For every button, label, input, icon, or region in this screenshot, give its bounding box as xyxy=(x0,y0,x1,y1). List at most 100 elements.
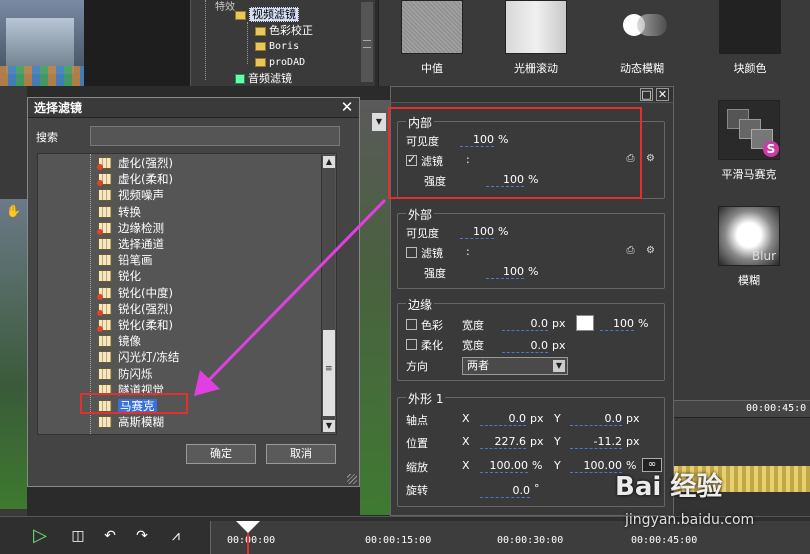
effect-median[interactable]: 中值 xyxy=(397,0,467,76)
tree-item-audio-filters[interactable]: 音频滤镜 xyxy=(235,72,292,86)
maximize-icon[interactable]: □ xyxy=(640,88,653,101)
scale-x-input[interactable]: 100.00 xyxy=(480,459,528,473)
tree-guide xyxy=(247,22,248,64)
hand-icon[interactable]: ✋ xyxy=(6,204,21,218)
filter-icon xyxy=(98,335,112,348)
filter-icon xyxy=(98,254,112,267)
outer-visibility-input[interactable]: 100 xyxy=(460,225,494,239)
filter-list-item[interactable]: 锐化(中度) xyxy=(97,285,173,301)
checkbox-icon xyxy=(406,247,417,258)
group-outer: 外部 可见度 100 % 滤镜 : ⎙ ⚙ 强度 100 % xyxy=(397,206,665,289)
filter-value: : xyxy=(466,245,470,258)
close-icon[interactable]: ✕ xyxy=(656,88,669,101)
filter-list-item[interactable]: 锐化 xyxy=(98,268,141,284)
tree-scrollbar[interactable] xyxy=(361,2,373,82)
redo-icon[interactable]: ↷ xyxy=(132,527,152,545)
visibility-label: 可见度 xyxy=(406,227,439,240)
effect-motion-blur[interactable]: 动态模糊 xyxy=(607,0,677,76)
filter-list-item[interactable]: 边缘检测 xyxy=(97,220,164,236)
filter-list-item[interactable]: 虚化(强烈) xyxy=(97,155,173,171)
tree-item-boris[interactable]: Boris xyxy=(255,40,299,54)
y-label: Y xyxy=(554,459,561,472)
pivot-label: 轴点 xyxy=(406,414,428,427)
select-filter-dialog: 选择滤镜 ✕ 搜索 虚化(强烈) 虚化(柔和) 视频噪声 转换 边缘检测 选择通道 铅笔画锐… xyxy=(27,97,360,487)
filter-list-scrollbar[interactable]: ▲ ▼ xyxy=(321,155,335,433)
group-title: 外形 1 xyxy=(406,390,446,407)
position-y-input[interactable]: -11.2 xyxy=(570,435,622,449)
filter-list-item[interactable]: 镜像 xyxy=(98,333,141,349)
x-label: X xyxy=(462,412,470,425)
direction-select[interactable]: 两者 ▼ xyxy=(462,357,568,375)
search-label: 搜索 xyxy=(36,131,58,144)
filter-list-item[interactable]: 视频噪声 xyxy=(98,187,164,203)
effect-block-color[interactable]: 块颜色 xyxy=(715,0,785,76)
tree-item-color-correction[interactable]: 色彩校正 xyxy=(255,24,313,38)
filter-list-item[interactable]: 防闪烁 xyxy=(98,366,153,382)
folder-open-icon[interactable]: ⎙ xyxy=(624,245,637,257)
effect-thumb xyxy=(719,0,781,54)
folder-icon xyxy=(255,26,266,36)
outer-strength-input[interactable]: 100 xyxy=(486,265,524,279)
scroll-up-icon[interactable]: ▲ xyxy=(323,156,335,168)
chevron-down-icon[interactable]: ▼ xyxy=(372,113,386,131)
close-icon[interactable]: ✕ xyxy=(339,99,355,115)
effect-smooth-mosaic[interactable]: S 平滑马赛克 xyxy=(704,100,794,182)
pivot-y-input[interactable]: 0.0 xyxy=(570,412,622,426)
filter-icon xyxy=(97,302,112,316)
resize-grip-icon[interactable] xyxy=(347,474,357,484)
edge-color-swatch[interactable] xyxy=(576,315,594,331)
filter-list-item[interactable]: 铅笔画 xyxy=(98,252,153,268)
graph-icon[interactable]: ⩘ xyxy=(166,527,186,545)
audio-folder-icon xyxy=(235,74,245,84)
position-x-input[interactable]: 227.6 xyxy=(480,435,526,449)
group-title: 边缘 xyxy=(406,296,435,313)
filter-list-item[interactable]: 虚化(柔和) xyxy=(97,171,173,187)
folder-icon xyxy=(235,10,246,20)
play-icon[interactable]: ▷ xyxy=(30,527,50,545)
soft-width-input[interactable]: 0.0 xyxy=(502,339,548,353)
edge-soft-checkbox[interactable]: 柔化 xyxy=(406,337,443,353)
baidu-watermark: Bai 经验 jingyan.baidu.com xyxy=(615,466,805,536)
filter-list-item[interactable]: 锐化(强烈) xyxy=(97,301,173,317)
filter-list-item[interactable]: 高斯模糊 xyxy=(98,414,164,430)
effect-blur[interactable]: Blur 模糊 xyxy=(704,206,794,288)
comment-icon[interactable]: ◫ xyxy=(68,527,88,545)
playhead-icon[interactable] xyxy=(236,521,260,533)
settings-icon[interactable]: ⚙ xyxy=(644,245,657,257)
s-badge-icon: S xyxy=(763,141,779,157)
filter-icon xyxy=(98,351,112,364)
tree-item-prodad[interactable]: proDAD xyxy=(255,56,305,70)
direction-label: 方向 xyxy=(406,360,428,373)
undo-icon[interactable]: ↶ xyxy=(100,527,120,545)
edge-color-percent-input[interactable]: 100 xyxy=(600,317,634,331)
settings-icon[interactable]: ⚙ xyxy=(644,153,657,165)
tree-item-partial: 特效 xyxy=(215,2,235,13)
tick-label: 00:00:00 xyxy=(227,535,276,546)
filter-icon xyxy=(97,157,112,170)
ok-button[interactable]: 确定 xyxy=(186,444,256,464)
scroll-down-icon[interactable]: ▼ xyxy=(323,420,335,432)
pivot-x-input[interactable]: 0.0 xyxy=(480,412,526,426)
effect-thumb: S xyxy=(718,100,780,160)
checkbox-icon xyxy=(406,319,417,330)
watermark-logo: Bai 经验 xyxy=(615,472,723,502)
tree-item-video-filters[interactable]: 视频滤镜 xyxy=(235,7,299,22)
search-input[interactable] xyxy=(90,126,340,146)
filter-list-item[interactable]: 转换 xyxy=(98,204,141,220)
cancel-button[interactable]: 取消 xyxy=(266,444,336,464)
scroll-thumb[interactable] xyxy=(323,330,335,416)
outer-filter-checkbox[interactable]: 滤镜 xyxy=(406,245,443,261)
inner-highlight-box xyxy=(388,107,642,199)
filter-list-item[interactable]: 锐化(柔和) xyxy=(97,317,173,333)
filter-icon xyxy=(98,238,112,250)
effects-tree[interactable]: 特效 视频滤镜 色彩校正 Boris proDAD 音频滤镜 xyxy=(190,0,375,86)
effect-raster-scroll[interactable]: 光栅滚动 xyxy=(501,0,571,76)
unit: px xyxy=(530,435,544,448)
filter-list-item[interactable]: 选择通道 xyxy=(98,236,164,252)
edge-color-checkbox[interactable]: 色彩 xyxy=(406,317,443,333)
blur-trail xyxy=(637,14,667,36)
filter-list-item[interactable]: 闪光灯/冻结 xyxy=(98,349,179,365)
edge-width-input[interactable]: 0.0 xyxy=(502,317,548,331)
rotate-input[interactable]: 0.0 xyxy=(480,484,530,498)
effects-gallery: 中值 光栅滚动 动态模糊 块颜色 xyxy=(378,0,810,86)
